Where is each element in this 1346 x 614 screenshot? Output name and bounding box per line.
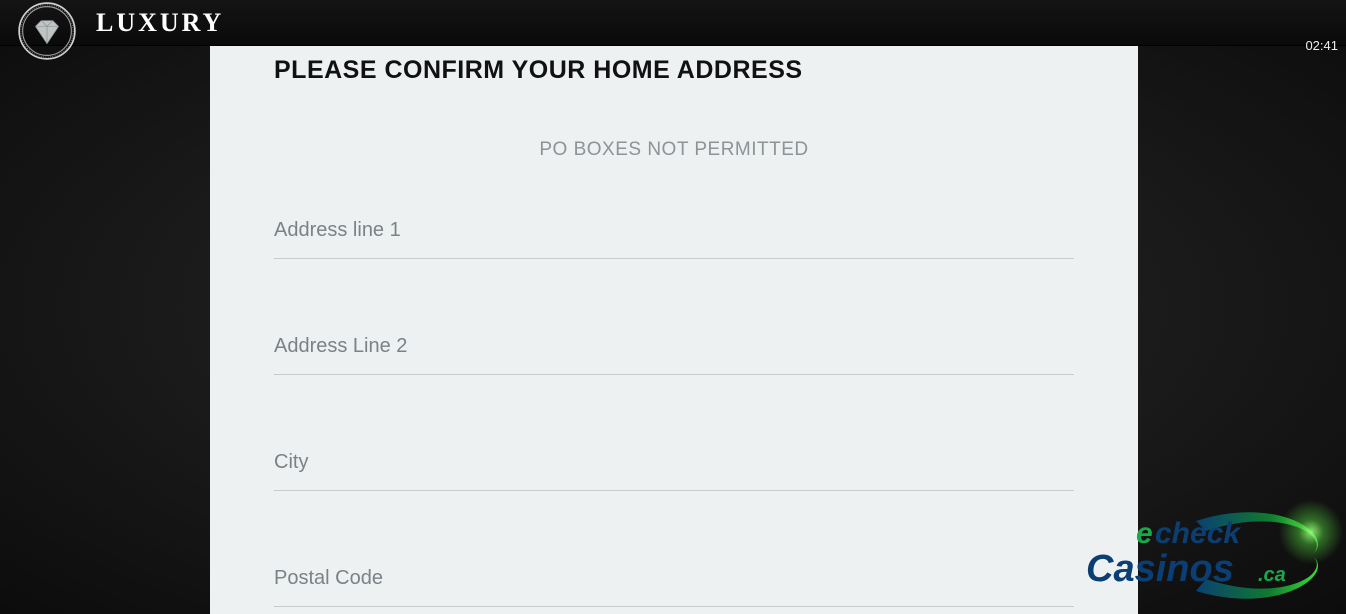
brand-name: LUXURY — [96, 8, 224, 38]
address-line-1-input[interactable] — [274, 221, 1074, 259]
address-line-2-field-wrapper: Address Line 2 — [274, 337, 1074, 375]
wm-main: Casinos — [1086, 548, 1234, 590]
city-input[interactable] — [274, 453, 1074, 491]
po-box-notice: PO BOXES NOT PERMITTED — [274, 139, 1074, 161]
app-header: LUXURY 02:41 — [0, 0, 1346, 46]
address-line-1-field-wrapper: Address line 1 — [274, 221, 1074, 259]
city-field-wrapper: City — [274, 453, 1074, 491]
address-form-modal: PLEASE CONFIRM YOUR HOME ADDRESS PO BOXE… — [210, 46, 1138, 614]
postal-code-field-wrapper: Postal Code — [274, 569, 1074, 607]
diamond-logo-icon — [18, 2, 76, 60]
clock-display: 02:41 — [1305, 38, 1338, 53]
wm-suffix: .ca — [1258, 564, 1286, 586]
postal-code-input[interactable] — [274, 569, 1074, 607]
modal-title: PLEASE CONFIRM YOUR HOME ADDRESS — [274, 56, 1074, 85]
wm-prefix: e — [1136, 517, 1153, 550]
echeck-casinos-watermark: e check Casinos .ca — [1076, 503, 1336, 608]
address-line-2-input[interactable] — [274, 337, 1074, 375]
wm-rest: check — [1155, 517, 1241, 550]
